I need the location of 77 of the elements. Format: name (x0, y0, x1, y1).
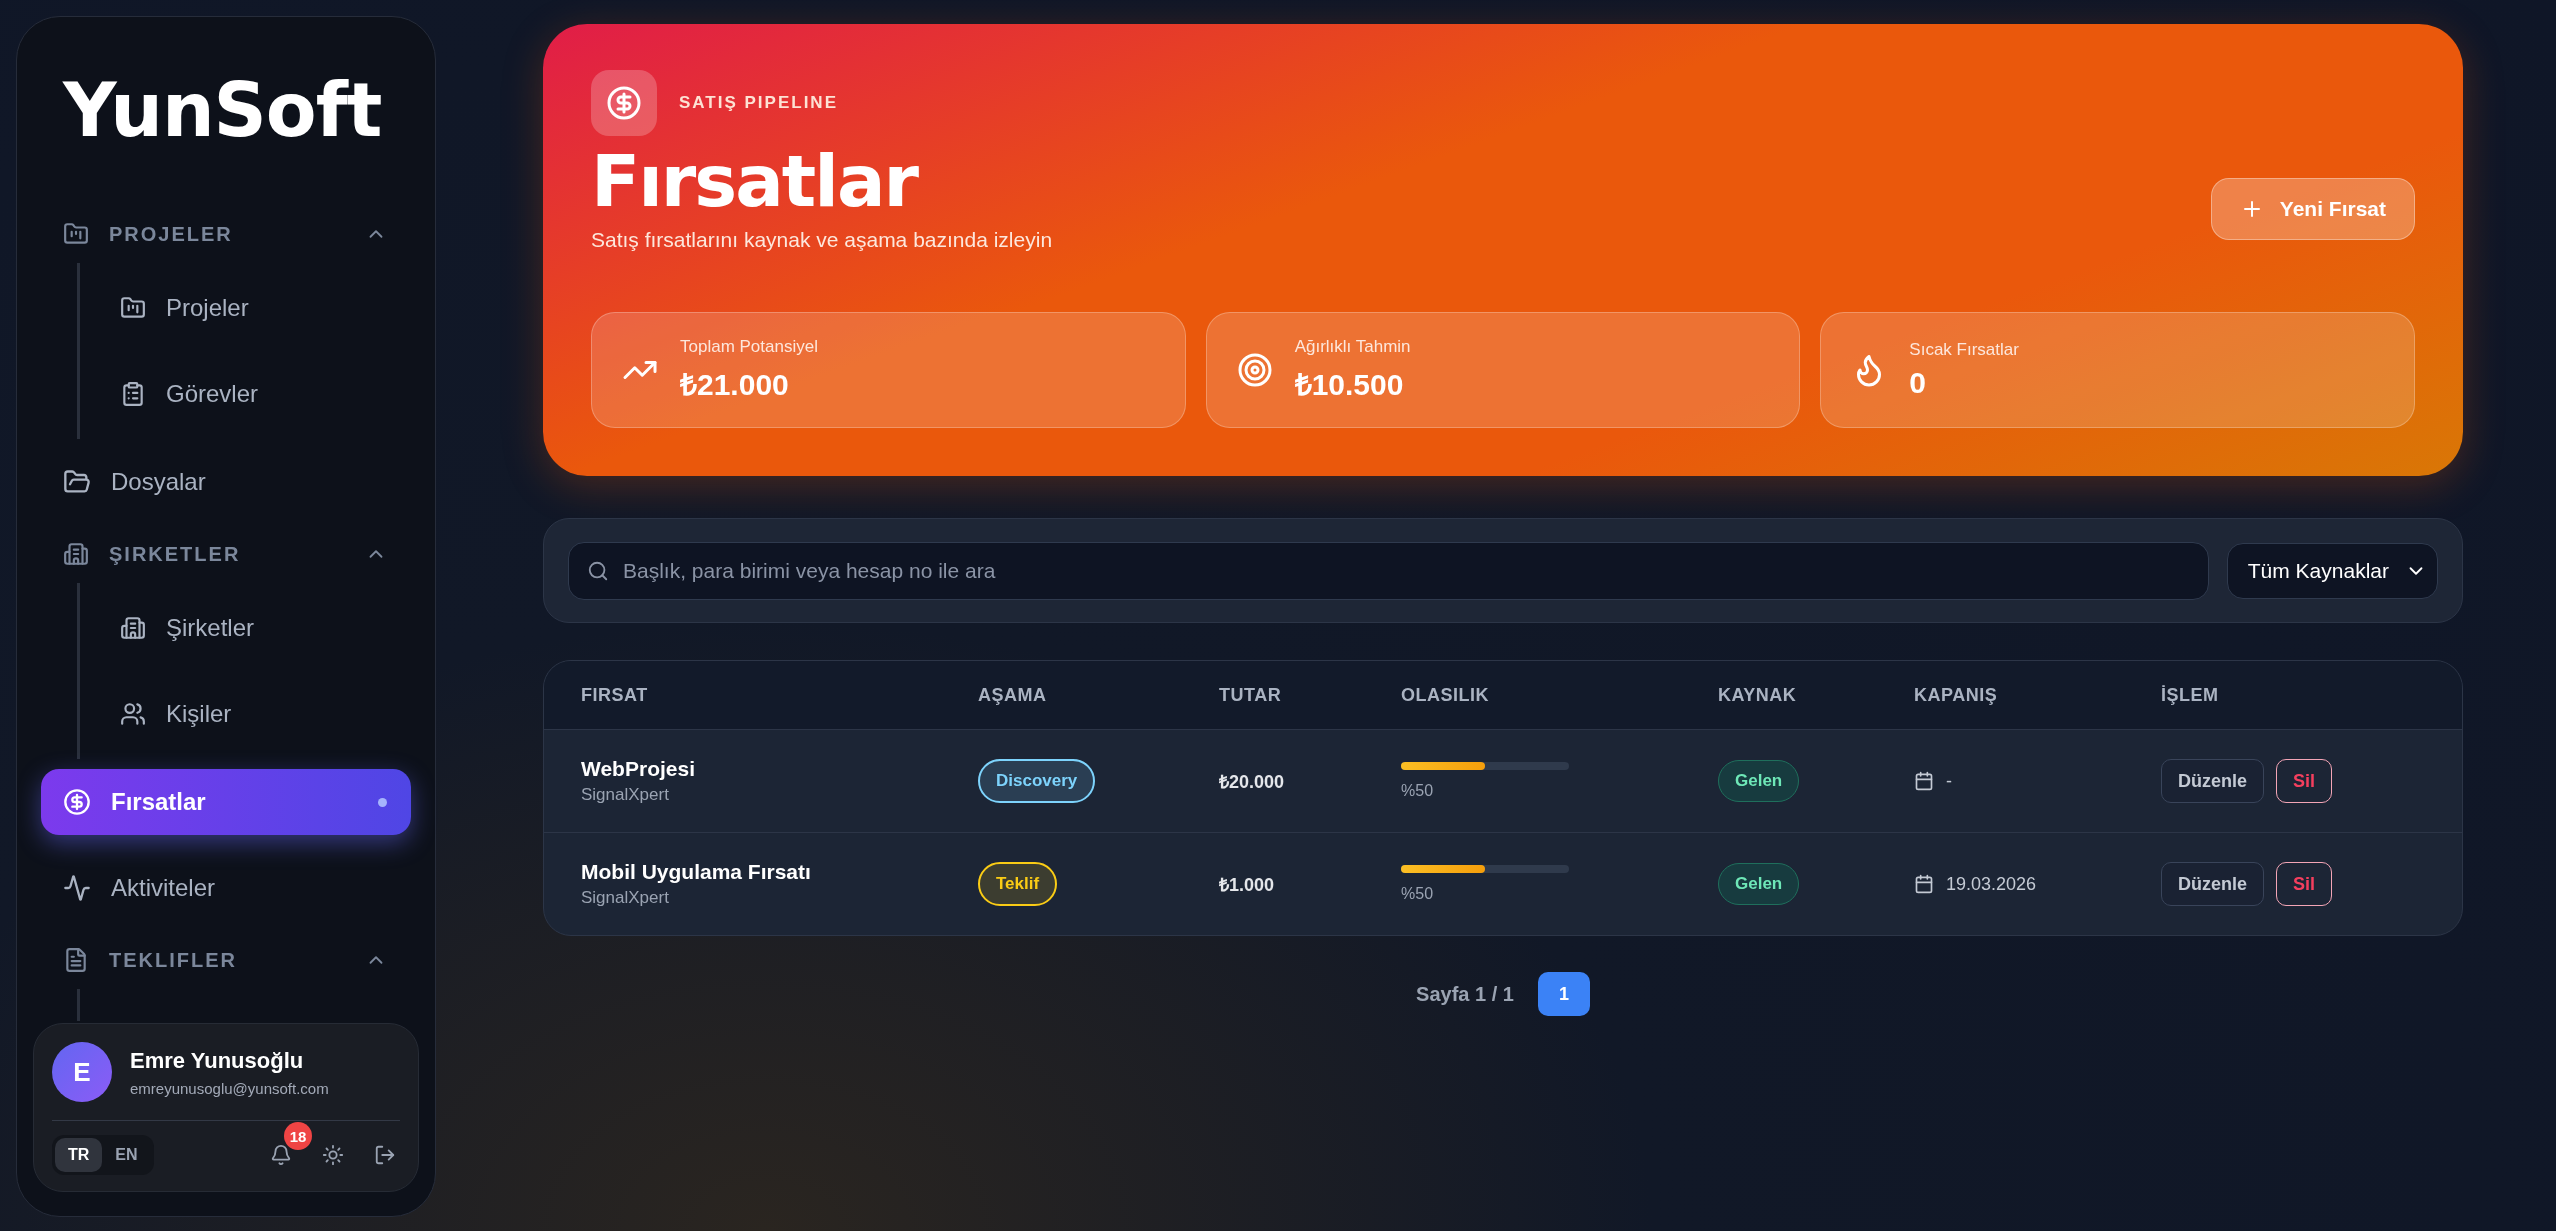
column-header: TUTAR (1219, 684, 1283, 706)
folder-icon (120, 295, 146, 321)
nav-group-label: ŞIRKETLER (109, 542, 241, 566)
nav-item[interactable]: Aktiviteler (41, 855, 411, 921)
source-select[interactable]: Tüm Kaynaklar (2226, 542, 2438, 599)
stat-value: ₺21.000 (680, 366, 790, 403)
nav-group-label: PROJELER (109, 222, 233, 246)
source-tag: Gelen (1718, 760, 1800, 802)
column-header: İŞLEM (2161, 684, 2220, 706)
probability-text: %50 (1401, 885, 1435, 903)
delete-button[interactable]: Sil (2276, 862, 2333, 906)
user-name: Emre Yunusoğlu (130, 1047, 305, 1074)
nav-group-header[interactable]: PROJELER (41, 205, 411, 263)
folder-icon (63, 221, 89, 247)
nav-group-label: TEKLIFLER (109, 948, 237, 972)
nav-item[interactable]: Kişiler (120, 681, 411, 747)
nav-item[interactable]: Şirketler (120, 595, 411, 661)
stat-label: Toplam Potansiyel (680, 336, 818, 357)
delete-button[interactable]: Sil (2276, 759, 2333, 803)
building-icon (63, 541, 89, 567)
dollar-icon (63, 788, 91, 816)
edit-button[interactable]: Düzenle (2161, 862, 2264, 906)
eyebrow-label: SATIŞ PIPELINE (679, 93, 838, 113)
column-header: AŞAMA (978, 684, 1048, 706)
company-name: SignalXpert (581, 888, 670, 908)
stat-label: Ağırlıklı Tahmin (1294, 336, 1411, 357)
close-date: - (1946, 770, 1952, 792)
stat-label: Sıcak Fırsatlar (1909, 340, 2019, 360)
bell-icon (270, 1144, 292, 1166)
activity-icon (63, 874, 91, 902)
target-icon (1236, 352, 1273, 388)
amount-cell-text: ₺1.000 (1219, 874, 1276, 896)
page-subtitle: Satış fırsatlarını kaynak ve aşama bazında izleyin (591, 227, 1053, 252)
document-icon (63, 947, 89, 973)
search-field[interactable]: Başlık, para birimi veya hesap no ile ara (568, 541, 2209, 600)
probability-text: %50 (1401, 782, 1435, 800)
stage-tag: Discovery (978, 759, 1096, 803)
opportunity-title: WebProjesi (581, 757, 696, 781)
language-button[interactable]: EN (102, 1138, 151, 1172)
nav-item[interactable]: Görevler (120, 361, 411, 427)
close-date: 19.03.2026 (1946, 873, 2037, 895)
nav-item[interactable]: Fırsatlar (41, 769, 411, 835)
nav-item[interactable]: Dosyalar (41, 449, 411, 515)
dollar-icon (606, 85, 642, 121)
nav-item[interactable]: Projeler (120, 275, 411, 341)
column-header: OLASILIK (1401, 684, 1490, 706)
page-indicator: Sayfa 1 / 1 (1416, 982, 1514, 1006)
search-icon (587, 559, 609, 582)
calendar-icon (1914, 874, 1934, 894)
clipboard-icon (120, 381, 146, 407)
stat-value: 0 (1909, 366, 1927, 400)
stage-tag: Teklif (978, 862, 1058, 906)
nav-group-header[interactable]: ŞIRKETLER (41, 525, 411, 583)
stat-value: ₺10.500 (1294, 366, 1405, 403)
logout-icon (374, 1144, 396, 1166)
page-button[interactable]: 1 (1537, 972, 1590, 1016)
column-header: KAYNAK (1718, 684, 1798, 706)
notification-badge: 18 (284, 1122, 312, 1150)
users-icon (120, 701, 146, 727)
page-title: Fırsatlar (591, 144, 920, 220)
nav-group-header[interactable]: TEKLIFLER (41, 931, 411, 989)
opportunity-title: Mobil Uygulama Fırsatı (581, 860, 812, 884)
avatar: E (52, 1042, 112, 1102)
user-email: emreyunusoglu@yunsoft.com (130, 1079, 329, 1097)
active-dot (378, 797, 387, 807)
language-button[interactable]: TR (55, 1138, 103, 1172)
search-input[interactable]: Başlık, para birimi veya hesap no ile ara (621, 557, 2190, 584)
company-name: SignalXpert (581, 785, 670, 805)
sun-icon (322, 1144, 344, 1166)
amount-cell-text: ₺20.000 (1219, 771, 1286, 793)
building-icon (120, 615, 146, 641)
logo: YunSoft (61, 73, 383, 147)
column-header: FIRSAT (581, 684, 649, 706)
source-tag: Gelen (1718, 863, 1800, 905)
calendar-icon (1914, 771, 1934, 791)
column-header: KAPANIŞ (1914, 684, 1999, 706)
edit-button[interactable]: Düzenle (2161, 759, 2264, 803)
